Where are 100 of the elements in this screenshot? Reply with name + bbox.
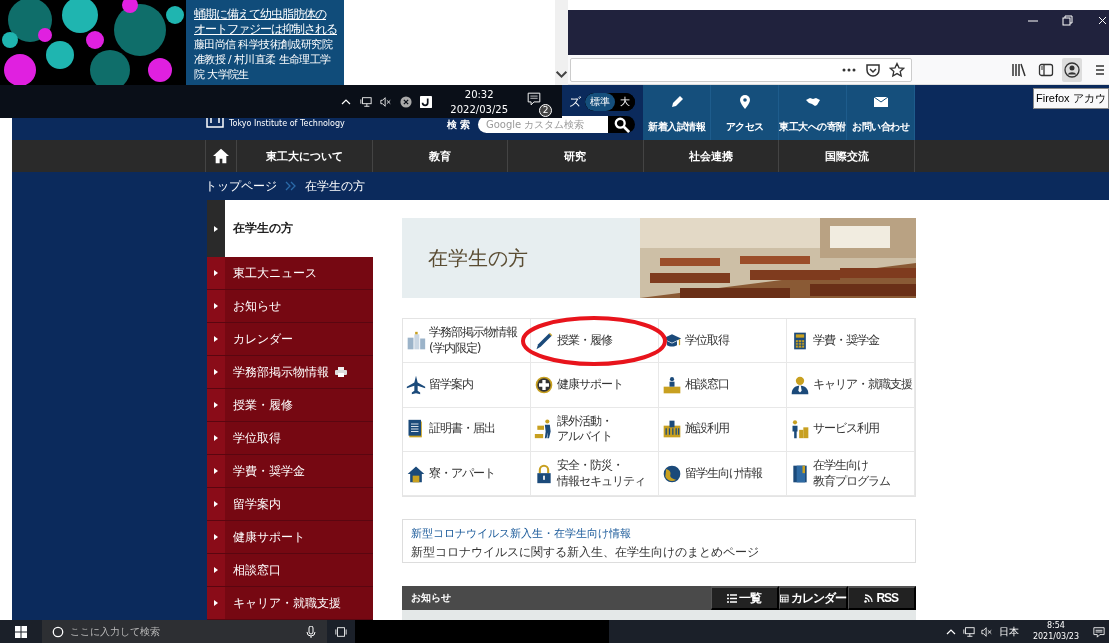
notification-icon[interactable] xyxy=(526,90,542,107)
search-label: 検 索 xyxy=(446,117,470,132)
sidebar-item[interactable]: 学費・奨学金 xyxy=(207,455,373,488)
network-icon[interactable] xyxy=(360,95,373,108)
envelope-icon xyxy=(872,94,889,110)
notice-link[interactable]: 新型コロナウイルス新入生・在学生向け情報 xyxy=(411,526,907,542)
taskbar-clock[interactable]: 8:54 2021/03/23 xyxy=(1024,620,1087,643)
sidebar-item[interactable]: 留学案内 xyxy=(207,488,373,521)
quick-link[interactable]: 東工大への寄附 xyxy=(779,85,847,140)
restore-icon[interactable] xyxy=(1059,14,1075,28)
sidebar-icon[interactable] xyxy=(1037,61,1054,78)
reception-desk-icon xyxy=(662,374,682,395)
category-link[interactable]: 施設利用 xyxy=(659,407,787,452)
font-size-option[interactable]: 標準 xyxy=(585,93,615,111)
breadcrumb-link[interactable]: トップページ xyxy=(205,177,277,195)
tile-label: 証明書・届出 xyxy=(429,421,495,438)
sidebar-item[interactable]: キャリア・就職支援 xyxy=(207,587,373,620)
tile-label: 留学生向け情報 xyxy=(685,465,762,482)
language-indicator[interactable]: 日本 xyxy=(998,624,1019,639)
sidebar-item[interactable]: 学位取得 xyxy=(207,422,373,455)
tile-label: 課外活動・ xyxy=(557,413,612,430)
taskbar-search-field[interactable]: ここに入力して検索 xyxy=(42,620,327,643)
category-link[interactable]: 課外活動・ アルバイト xyxy=(531,407,659,452)
article-link[interactable]: オートファジーは抑制される xyxy=(194,22,337,37)
notice-description: 新型コロナウイルスに関する新入生、在学生向けのまとめページ xyxy=(411,544,760,562)
tile-label: 在学生向け xyxy=(813,457,869,474)
sidebar-item[interactable]: カレンダー xyxy=(207,323,373,356)
error-icon[interactable] xyxy=(400,95,413,108)
sidebar-title: 在学生の方 xyxy=(232,220,293,237)
address-field[interactable] xyxy=(570,57,913,82)
bullet-icon xyxy=(214,336,218,342)
save-icon[interactable] xyxy=(865,61,882,78)
notification-count: 2 xyxy=(539,103,552,117)
bullet-icon xyxy=(214,402,218,408)
plus-circle-icon xyxy=(534,374,554,395)
nav-item[interactable]: 国際交流 xyxy=(779,140,915,172)
app-tray-icon[interactable] xyxy=(420,95,433,108)
taskbar-clock[interactable]: 20:32 2022/03/25 xyxy=(440,86,518,117)
person-with-boxes-icon xyxy=(790,419,810,440)
search-button[interactable] xyxy=(608,116,635,133)
category-link[interactable]: 留学案内 xyxy=(403,363,531,408)
breadcrumb-link[interactable]: 在学生の方 xyxy=(305,177,365,195)
sidebar-item[interactable]: 授業・履修 xyxy=(207,389,373,422)
category-link[interactable]: 相談窓口 xyxy=(659,363,787,408)
tile-label: サービス利用 xyxy=(813,421,879,438)
nav-item[interactable]: 社会連携 xyxy=(643,140,780,172)
news-button[interactable]: RSS xyxy=(847,586,916,611)
category-link[interactable]: 学位取得 xyxy=(659,319,787,364)
pencil-icon xyxy=(534,330,554,351)
microphone-icon[interactable] xyxy=(305,625,317,638)
tile-label: 授業・履修 xyxy=(557,332,612,349)
category-link[interactable]: 学費・奨学金 xyxy=(787,319,915,364)
bullet-icon xyxy=(214,369,218,375)
circle-icon xyxy=(52,625,64,638)
mute-icon[interactable] xyxy=(380,95,393,108)
category-link[interactable]: サービス利用 xyxy=(787,407,915,452)
tile-label: 学費・奨学金 xyxy=(813,332,879,349)
task-view-icon[interactable] xyxy=(335,625,347,638)
news-button[interactable]: カレンダー xyxy=(779,586,848,611)
sidebar-item[interactable]: 東工大ニュース xyxy=(207,257,373,290)
news-button[interactable]: 一覧 xyxy=(710,586,779,611)
tile-label: 教育プログラム xyxy=(813,473,890,490)
nav-item[interactable]: 研究 xyxy=(508,140,644,172)
category-link[interactable]: 寮・アパート xyxy=(403,451,531,497)
banner-title: 在学生の方 xyxy=(427,244,529,272)
buildings-icon xyxy=(406,330,426,351)
tile-label: 安全・防災・ xyxy=(557,457,624,474)
star-icon[interactable] xyxy=(889,61,906,78)
search-icon xyxy=(613,116,630,133)
nav-item[interactable]: 東工大について xyxy=(237,140,373,172)
bullet-icon xyxy=(214,567,218,573)
sidebar-item[interactable]: 学務部掲示物情報 xyxy=(207,356,373,389)
sidebar-item[interactable]: お知らせ xyxy=(207,290,373,323)
category-link[interactable]: 健康サポート xyxy=(531,363,659,408)
quick-link[interactable]: 新着入試情報 xyxy=(643,85,711,140)
quick-link[interactable]: アクセス xyxy=(711,85,779,140)
sidebar-item[interactable]: 健康サポート xyxy=(207,521,373,554)
article-authors: 院 大学院生 xyxy=(194,67,249,82)
category-link[interactable]: 在学生向け 教育プログラム xyxy=(787,451,915,497)
calendar-icon xyxy=(780,593,789,603)
library-icon[interactable] xyxy=(1010,61,1027,78)
padlock-icon xyxy=(534,463,554,484)
category-link[interactable]: 学務部掲示物情報 (学内限定) xyxy=(403,319,531,364)
mute-icon[interactable] xyxy=(980,625,993,638)
category-link[interactable]: 留学生向け情報 xyxy=(659,451,787,497)
nav-item[interactable]: 教育 xyxy=(372,140,509,172)
category-link[interactable]: 証明書・届出 xyxy=(403,407,531,452)
tile-label: 学位取得 xyxy=(685,332,729,349)
account-icon[interactable] xyxy=(1064,61,1081,78)
bullet-icon xyxy=(214,600,218,606)
sidebar-item[interactable]: 相談窓口 xyxy=(207,554,373,587)
home-button[interactable] xyxy=(205,140,237,172)
category-link[interactable]: キャリア・就職支援 xyxy=(787,363,915,408)
notification-icon[interactable] xyxy=(1093,625,1105,638)
network-icon[interactable] xyxy=(962,625,975,638)
quick-link[interactable]: お問い合わせ xyxy=(847,85,915,140)
category-link[interactable]: 安全・防災・ 情報セキュリティ xyxy=(531,451,659,497)
book-icon xyxy=(790,463,810,484)
article-link[interactable]: 蛹期に備えて幼虫脂肪体の xyxy=(194,7,326,22)
article-authors: 藤田尚信 科学技術創成研究院 xyxy=(194,37,333,52)
